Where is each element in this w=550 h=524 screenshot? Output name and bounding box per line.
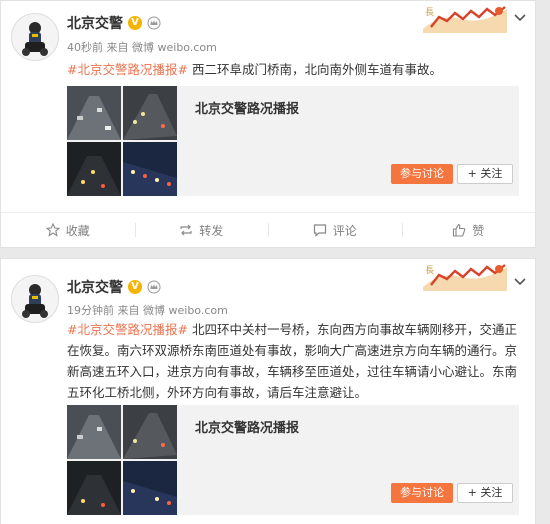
follow-label: 关注 bbox=[480, 167, 503, 180]
post-time[interactable]: 19分钟前 bbox=[67, 304, 114, 317]
chevron-down-icon[interactable] bbox=[513, 11, 527, 25]
verified-badge-icon: V bbox=[128, 280, 142, 294]
chevron-down-icon[interactable] bbox=[513, 275, 527, 289]
repost-label: 转发 bbox=[199, 223, 224, 238]
thumbs-up-icon bbox=[453, 223, 466, 237]
crown-icon bbox=[147, 16, 161, 30]
topic-card-title[interactable]: 北京交警路况播报 bbox=[195, 98, 299, 117]
topic-link[interactable]: #北京交警路况播报# bbox=[67, 62, 188, 77]
repost-button[interactable]: 转发 bbox=[134, 213, 269, 247]
collect-label: 收藏 bbox=[65, 223, 90, 238]
post-meta: 19分钟前 来自 微博 weibo.com bbox=[67, 302, 228, 318]
weibo-post: 北京交警 V 19分钟前 来自 微博 weibo.com 長 #北京交警路况播报… bbox=[0, 258, 536, 524]
post-meta: 40秒前 来自 微博 weibo.com bbox=[67, 39, 217, 55]
repost-icon bbox=[180, 224, 192, 236]
like-button[interactable]: 赞 bbox=[401, 213, 536, 247]
post-source[interactable]: 微博 weibo.com bbox=[143, 304, 228, 317]
crown-icon bbox=[147, 280, 161, 294]
post-body: 西二环阜成门桥南，北向南外侧车道有事故。 bbox=[191, 62, 442, 77]
author-name[interactable]: 北京交警 bbox=[67, 13, 123, 33]
author-row: 北京交警 V bbox=[67, 277, 161, 297]
avatar[interactable] bbox=[11, 13, 59, 61]
comment-button[interactable]: 评论 bbox=[268, 213, 402, 247]
topic-card[interactable]: 北京交警路况播报 参与讨论 + 关注 bbox=[67, 405, 519, 515]
topic-card-title[interactable]: 北京交警路况播报 bbox=[195, 417, 299, 436]
traffic-camera-thumbnail[interactable] bbox=[67, 142, 121, 196]
join-discussion-button[interactable]: 参与讨论 bbox=[391, 164, 453, 184]
comment-icon bbox=[313, 224, 326, 237]
topic-card[interactable]: 北京交警路况播报 参与讨论 + 关注 bbox=[67, 86, 519, 196]
svg-text:長: 長 bbox=[425, 7, 434, 18]
thumbnail-grid[interactable] bbox=[67, 405, 177, 515]
join-discussion-button[interactable]: 参与讨论 bbox=[391, 483, 453, 503]
weibo-post: 北京交警 V 40秒前 来自 微博 weibo.com 長 #北京交警路况播报#… bbox=[0, 0, 536, 248]
post-text: #北京交警路况播报# 北四环中关村一号桥，东向西方向事故车辆刚移开，交通正在恢复… bbox=[67, 319, 529, 403]
author-name[interactable]: 北京交警 bbox=[67, 277, 123, 297]
action-bar: 收藏 转发 评论 赞 bbox=[1, 212, 535, 247]
comment-label: 评论 bbox=[332, 223, 357, 238]
great-wall-decoration-icon: 長 bbox=[423, 6, 507, 33]
source-prefix: 来自 bbox=[106, 41, 129, 54]
star-icon bbox=[45, 223, 60, 237]
thumbnail-grid[interactable] bbox=[67, 86, 177, 196]
great-wall-decoration-icon: 長 bbox=[423, 264, 507, 291]
plus-icon: + bbox=[467, 167, 477, 180]
follow-label: 关注 bbox=[480, 486, 503, 499]
traffic-camera-thumbnail[interactable] bbox=[123, 461, 177, 515]
avatar[interactable] bbox=[11, 275, 59, 323]
post-source[interactable]: 微博 weibo.com bbox=[132, 41, 217, 54]
traffic-camera-thumbnail[interactable] bbox=[123, 86, 177, 140]
topic-link[interactable]: #北京交警路况播报# bbox=[67, 322, 188, 337]
author-row: 北京交警 V bbox=[67, 13, 161, 33]
plus-icon: + bbox=[467, 486, 477, 499]
traffic-camera-thumbnail[interactable] bbox=[67, 405, 121, 459]
post-text: #北京交警路况播报# 西二环阜成门桥南，北向南外侧车道有事故。 bbox=[67, 59, 527, 80]
follow-button[interactable]: + 关注 bbox=[457, 164, 513, 184]
post-time[interactable]: 40秒前 bbox=[67, 41, 103, 54]
svg-text:長: 長 bbox=[425, 265, 434, 276]
source-prefix: 来自 bbox=[117, 304, 140, 317]
traffic-camera-thumbnail[interactable] bbox=[67, 86, 121, 140]
traffic-camera-thumbnail[interactable] bbox=[67, 461, 121, 515]
verified-badge-icon: V bbox=[128, 16, 142, 30]
collect-button[interactable]: 收藏 bbox=[1, 213, 135, 247]
traffic-camera-thumbnail[interactable] bbox=[123, 142, 177, 196]
like-label: 赞 bbox=[472, 223, 485, 238]
follow-button[interactable]: + 关注 bbox=[457, 483, 513, 503]
traffic-camera-thumbnail[interactable] bbox=[123, 405, 177, 459]
